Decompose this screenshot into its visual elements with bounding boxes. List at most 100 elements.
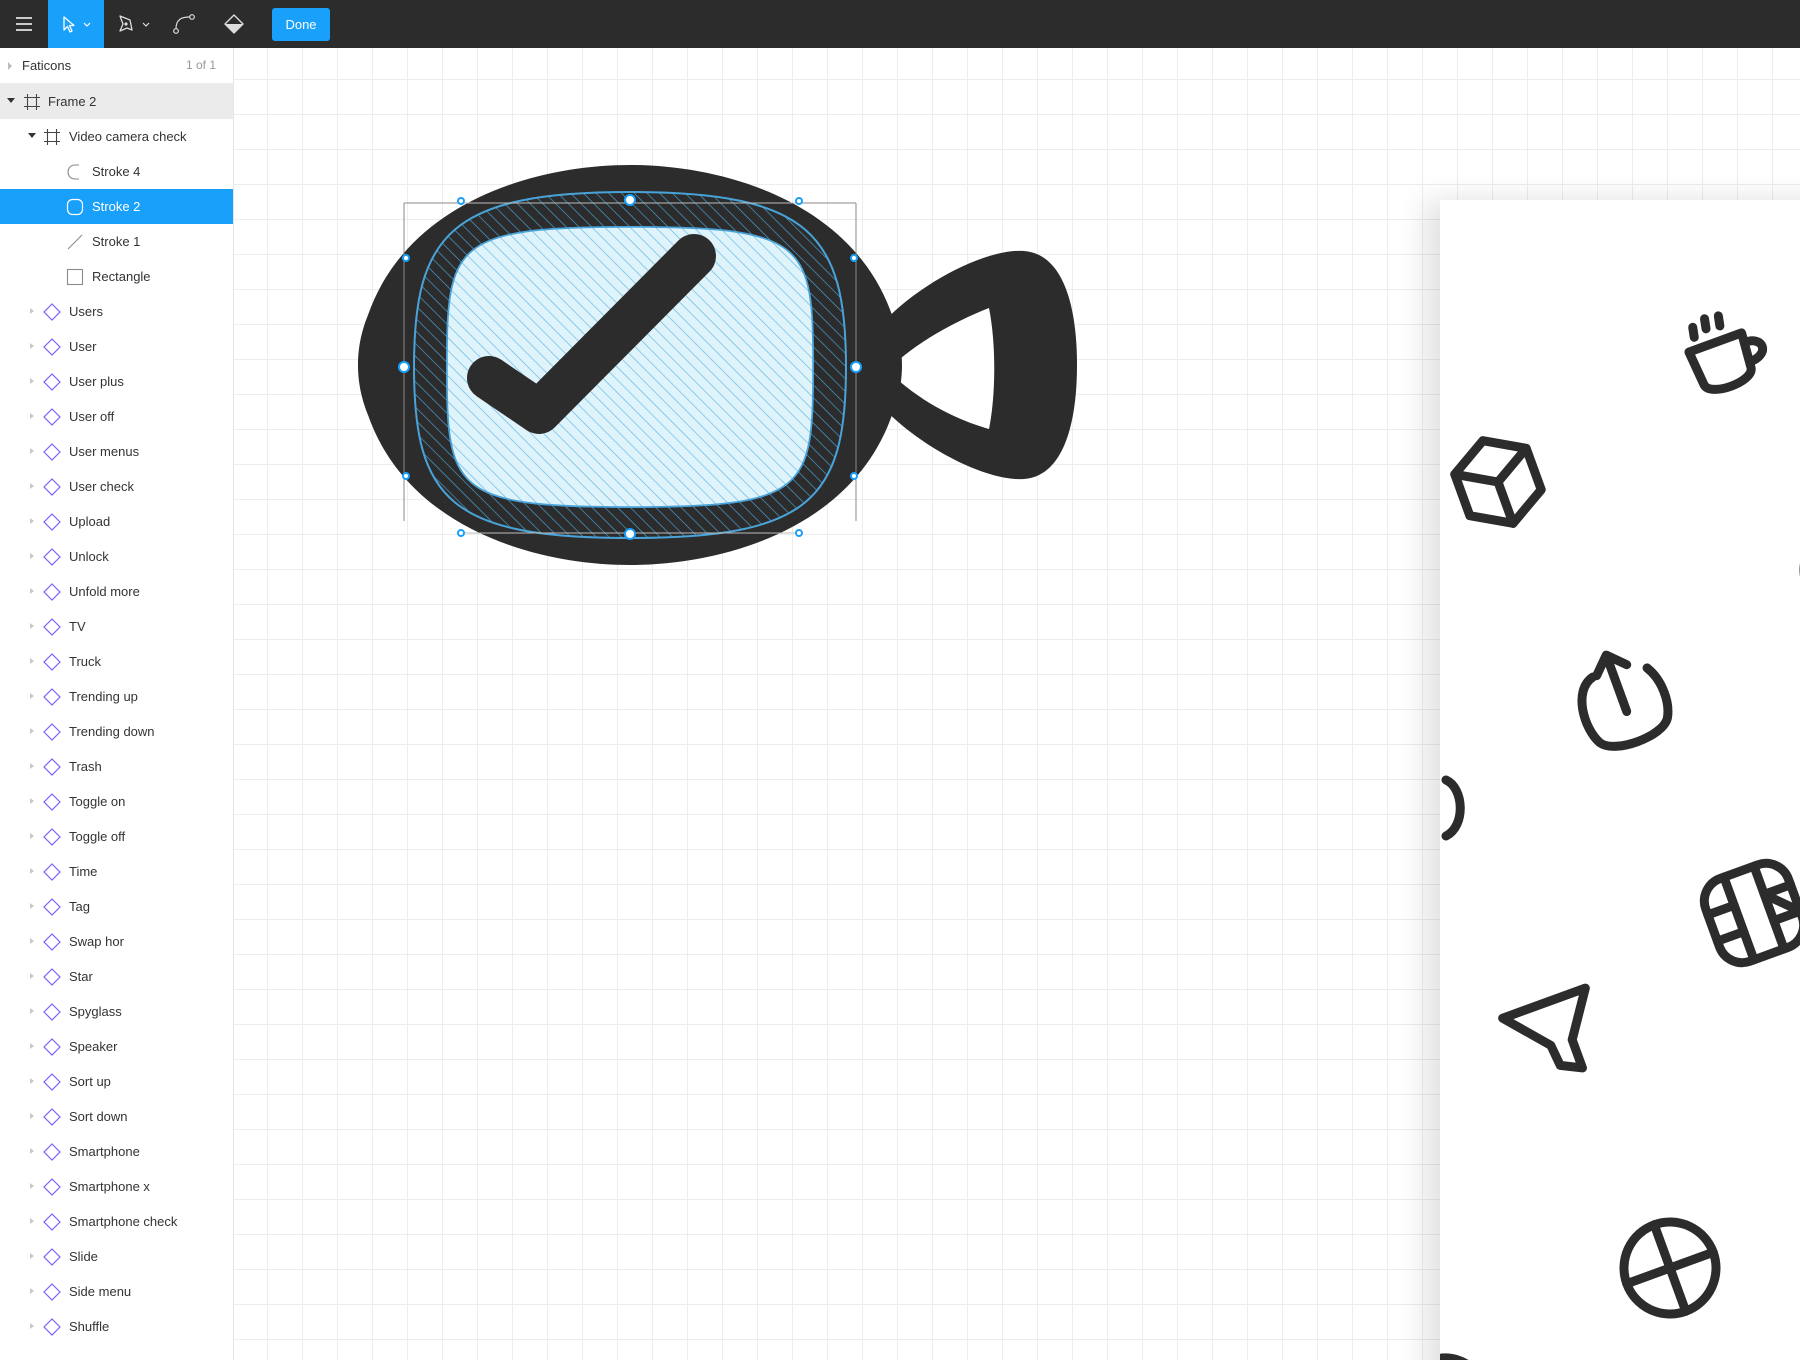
layer-label: Toggle on bbox=[69, 794, 126, 809]
layer-label: Unfold more bbox=[69, 584, 140, 599]
component-instance-icon bbox=[43, 793, 61, 811]
layer-user-menus[interactable]: User menus bbox=[0, 434, 233, 469]
layer-shuffle[interactable]: Shuffle bbox=[0, 1309, 233, 1344]
caret-right-icon[interactable] bbox=[30, 308, 34, 314]
layer-trending-up[interactable]: Trending up bbox=[0, 679, 233, 714]
layer-spyglass[interactable]: Spyglass bbox=[0, 994, 233, 1029]
layer-side-menu[interactable]: Side menu bbox=[0, 1274, 233, 1309]
layer-unlock[interactable]: Unlock bbox=[0, 539, 233, 574]
page-selector[interactable]: Faticons 1 of 1 bbox=[0, 48, 233, 84]
funnel-icon bbox=[1498, 983, 1590, 1073]
layer-rectangle[interactable]: Rectangle bbox=[0, 259, 233, 294]
caret-right-icon[interactable] bbox=[30, 1323, 34, 1329]
pen-tool-button[interactable] bbox=[108, 0, 160, 48]
bend-tool-button[interactable] bbox=[160, 0, 208, 48]
caret-right-icon[interactable] bbox=[30, 1218, 34, 1224]
layer-sort-down[interactable]: Sort down bbox=[0, 1099, 233, 1134]
caret-right-icon[interactable] bbox=[30, 623, 34, 629]
caret-right-icon[interactable] bbox=[30, 553, 34, 559]
layer-tag[interactable]: Tag bbox=[0, 889, 233, 924]
done-button[interactable]: Done bbox=[272, 8, 330, 41]
caret-right-icon[interactable] bbox=[30, 343, 34, 349]
layer-stroke-4[interactable]: Stroke 4 bbox=[0, 154, 233, 189]
layer-label: Speaker bbox=[69, 1039, 118, 1054]
paint-bucket-tool-button[interactable] bbox=[212, 0, 256, 48]
layer-tv[interactable]: TV bbox=[0, 609, 233, 644]
layer-label: User check bbox=[69, 479, 135, 494]
layer-frame-2[interactable]: Frame 2 bbox=[0, 84, 233, 119]
layer-users[interactable]: Users bbox=[0, 294, 233, 329]
layer-unfold-more[interactable]: Unfold more bbox=[0, 574, 233, 609]
layer-user[interactable]: User bbox=[0, 329, 233, 364]
layer-video-camera-check[interactable]: Video camera check bbox=[0, 119, 233, 154]
layer-truck[interactable]: Truck bbox=[0, 644, 233, 679]
layer-label: Smartphone x bbox=[69, 1179, 150, 1194]
main-menu-button[interactable] bbox=[0, 0, 48, 48]
layer-speaker[interactable]: Speaker bbox=[0, 1029, 233, 1064]
layer-stroke-2[interactable]: Stroke 2 bbox=[0, 189, 233, 224]
component-instance-icon bbox=[43, 1108, 61, 1126]
caret-right-icon[interactable] bbox=[30, 728, 34, 734]
layer-smartphone-x[interactable]: Smartphone x bbox=[0, 1169, 233, 1204]
caret-right-icon[interactable] bbox=[30, 1043, 34, 1049]
caret-right-icon[interactable] bbox=[30, 1078, 34, 1084]
caret-right-icon[interactable] bbox=[30, 658, 34, 664]
caret-right-icon bbox=[8, 62, 12, 70]
layer-label: TV bbox=[69, 619, 86, 634]
layer-upload[interactable]: Upload bbox=[0, 504, 233, 539]
layer-sort-up[interactable]: Sort up bbox=[0, 1064, 233, 1099]
layer-smartphone[interactable]: Smartphone bbox=[0, 1134, 233, 1169]
component-instance-icon bbox=[43, 1213, 61, 1231]
caret-right-icon[interactable] bbox=[30, 973, 34, 979]
caret-right-icon[interactable] bbox=[30, 483, 34, 489]
caret-right-icon[interactable] bbox=[30, 448, 34, 454]
layer-label: Rectangle bbox=[92, 269, 151, 284]
layer-user-plus[interactable]: User plus bbox=[0, 364, 233, 399]
canvas[interactable] bbox=[234, 48, 1800, 1360]
caret-right-icon[interactable] bbox=[30, 868, 34, 874]
layer-label: Upload bbox=[69, 514, 111, 529]
move-tool-button[interactable] bbox=[48, 0, 104, 48]
video-camera-check-icon[interactable] bbox=[234, 48, 1334, 698]
layer-stroke-1[interactable]: Stroke 1 bbox=[0, 224, 233, 259]
caret-right-icon[interactable] bbox=[30, 833, 34, 839]
layer-smartphone-check[interactable]: Smartphone check bbox=[0, 1204, 233, 1239]
layer-label: Frame 2 bbox=[48, 94, 97, 109]
layer-trending-down[interactable]: Trending down bbox=[0, 714, 233, 749]
layer-time[interactable]: Time bbox=[0, 854, 233, 889]
caret-right-icon[interactable] bbox=[30, 1253, 34, 1259]
frame-icon bbox=[44, 129, 60, 145]
caret-right-icon[interactable] bbox=[30, 518, 34, 524]
component-instance-icon bbox=[43, 303, 61, 321]
caret-down-icon[interactable] bbox=[28, 133, 36, 138]
caret-right-icon[interactable] bbox=[30, 763, 34, 769]
caret-right-icon[interactable] bbox=[30, 1148, 34, 1154]
caret-right-icon[interactable] bbox=[30, 1183, 34, 1189]
layer-toggle-on[interactable]: Toggle on bbox=[0, 784, 233, 819]
caret-right-icon[interactable] bbox=[30, 693, 34, 699]
layer-slide[interactable]: Slide bbox=[0, 1239, 233, 1274]
layer-toggle-off[interactable]: Toggle off bbox=[0, 819, 233, 854]
caret-right-icon[interactable] bbox=[30, 1008, 34, 1014]
caret-right-icon[interactable] bbox=[30, 413, 34, 419]
caret-right-icon[interactable] bbox=[30, 1288, 34, 1294]
component-instance-icon bbox=[43, 548, 61, 566]
caret-right-icon[interactable] bbox=[30, 1113, 34, 1119]
caret-right-icon[interactable] bbox=[30, 903, 34, 909]
component-instance-icon bbox=[43, 828, 61, 846]
caret-down-icon[interactable] bbox=[7, 98, 15, 103]
layer-label: Video camera check bbox=[69, 129, 187, 144]
layer-swap-hor[interactable]: Swap hor bbox=[0, 924, 233, 959]
cursor-icon bbox=[63, 16, 91, 33]
caret-right-icon[interactable] bbox=[30, 588, 34, 594]
layer-label: Stroke 4 bbox=[92, 164, 141, 179]
layer-star[interactable]: Star bbox=[0, 959, 233, 994]
caret-right-icon[interactable] bbox=[30, 378, 34, 384]
caret-right-icon[interactable] bbox=[30, 798, 34, 804]
frame-icon bbox=[24, 94, 40, 110]
layer-user-off[interactable]: User off bbox=[0, 399, 233, 434]
caret-right-icon[interactable] bbox=[30, 938, 34, 944]
layer-trash[interactable]: Trash bbox=[0, 749, 233, 784]
layer-user-check[interactable]: User check bbox=[0, 469, 233, 504]
component-instance-icon bbox=[43, 338, 61, 356]
